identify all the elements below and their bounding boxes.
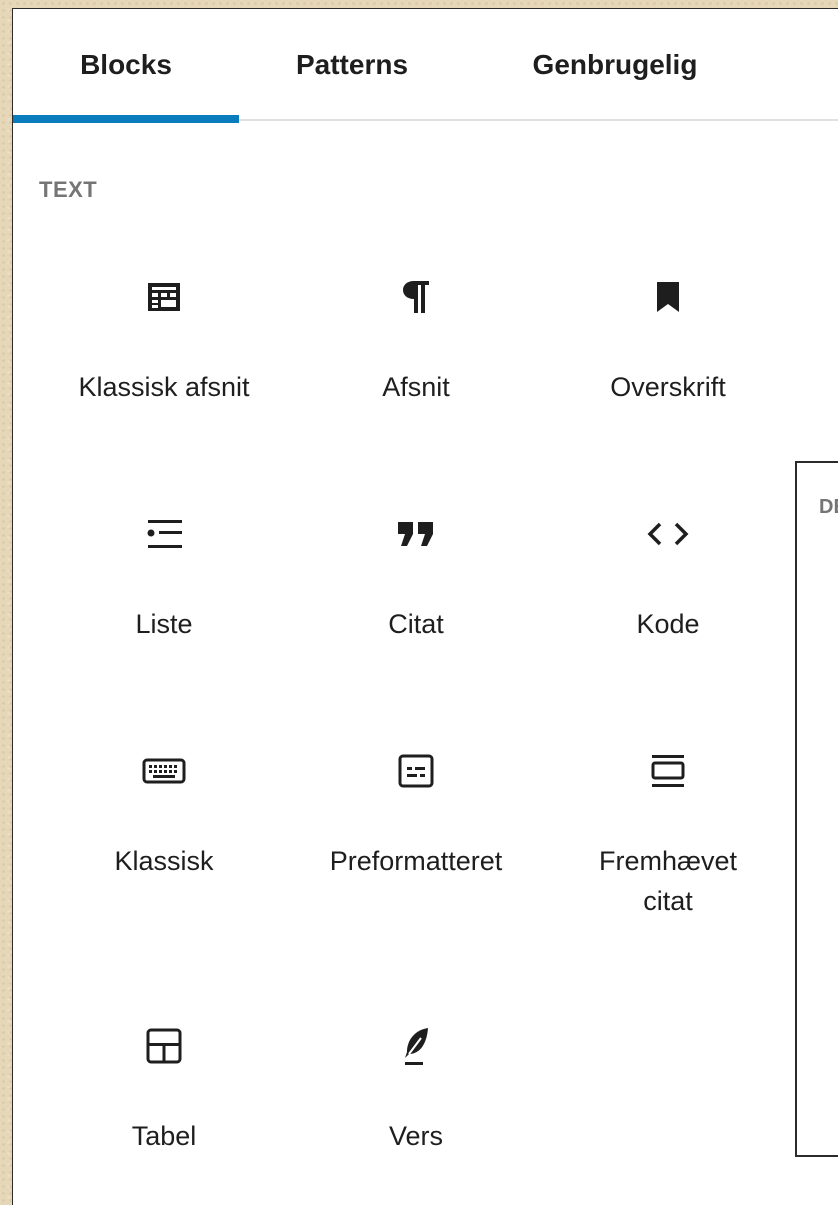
block-label: Citat — [388, 609, 444, 639]
block-label: Liste — [135, 609, 193, 639]
pilcrow-icon — [291, 267, 541, 327]
block-inserter-panel: Blocks Patterns Genbrugelig TEXT Klassis… — [12, 8, 838, 1205]
pullquote-icon — [543, 741, 793, 801]
block-item-quote[interactable]: Citat — [291, 504, 541, 674]
block-label: Vers — [388, 1121, 444, 1151]
tab-blocks[interactable]: Blocks — [13, 9, 239, 123]
keyboard-icon — [39, 741, 289, 801]
tab-patterns[interactable]: Patterns — [239, 9, 465, 121]
popover-text: DE — [819, 496, 838, 518]
block-label: Tabel — [131, 1121, 197, 1151]
block-item-classic[interactable]: Klassisk — [39, 741, 289, 911]
quote-icon — [291, 504, 541, 564]
classic-paragraph-icon — [39, 267, 289, 327]
block-label: Overskrift — [610, 372, 726, 402]
category-heading: TEXT — [39, 177, 98, 202]
code-icon — [543, 504, 793, 564]
list-icon — [39, 504, 289, 564]
block-item-pullquote[interactable]: Fremhævet citat — [543, 741, 793, 916]
bookmark-icon — [543, 267, 793, 327]
block-label: Klassisk — [114, 846, 214, 876]
table-icon — [39, 1016, 289, 1076]
block-preview-popover: DE — [795, 461, 838, 1157]
block-label: Preformatteret — [329, 846, 503, 876]
block-label: Klassisk afsnit — [78, 372, 250, 402]
block-item-heading[interactable]: Overskrift — [543, 267, 793, 437]
block-label: Kode — [636, 609, 700, 639]
block-item-paragraph[interactable]: Afsnit — [291, 267, 541, 437]
block-item-table[interactable]: Tabel — [39, 1016, 289, 1186]
tab-reusable[interactable]: Genbrugelig — [465, 9, 765, 121]
block-item-preformatted[interactable]: Preformatteret — [291, 741, 541, 911]
block-item-verse[interactable]: Vers — [291, 1016, 541, 1186]
inserter-tabs: Blocks Patterns Genbrugelig — [13, 9, 838, 123]
feather-icon — [291, 1016, 541, 1076]
preformatted-icon — [291, 741, 541, 801]
block-label: Fremhævet citat — [598, 846, 738, 916]
block-item-code[interactable]: Kode — [543, 504, 793, 674]
block-label: Afsnit — [382, 372, 450, 402]
block-item-list[interactable]: Liste — [39, 504, 289, 674]
block-item-classic-paragraph[interactable]: Klassisk afsnit — [39, 267, 289, 437]
